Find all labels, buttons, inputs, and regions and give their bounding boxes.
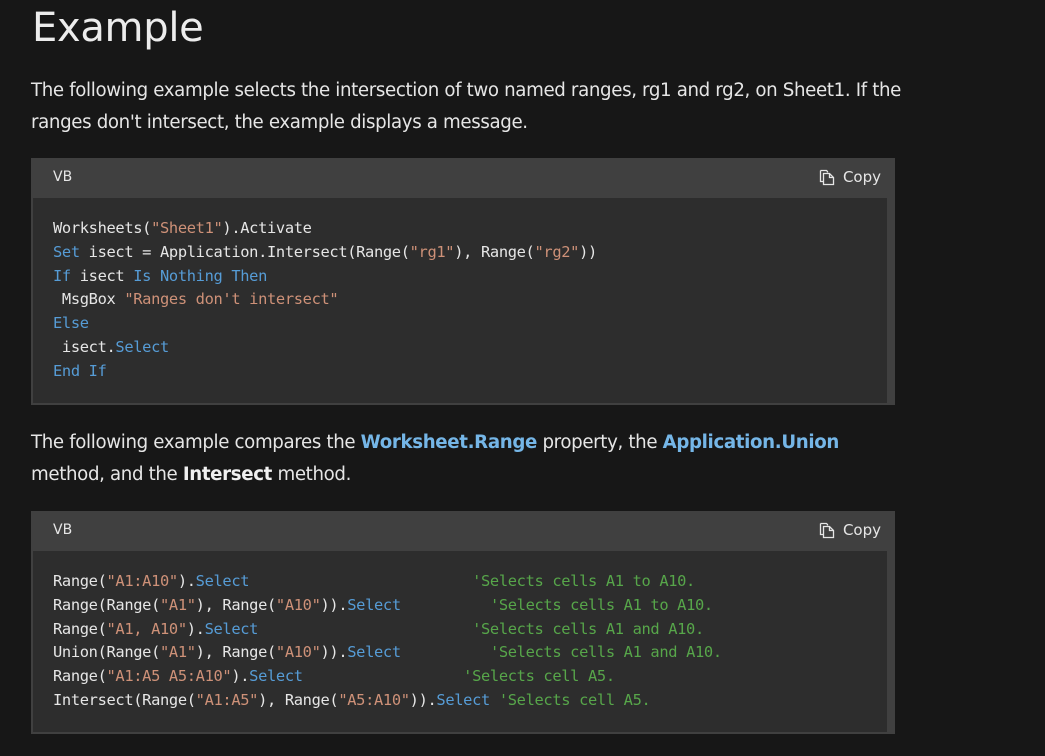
keyword-token: Else — [53, 314, 89, 333]
code-block-2: VB Copy Range("A1:A10").Select 'Selects … — [31, 511, 895, 734]
comment-token: 'Selects cells A1 to A10. — [489, 595, 713, 614]
comment-token: 'Selects cells A1 and A10. — [489, 643, 722, 662]
language-label: VB — [53, 169, 73, 185]
copy-button[interactable]: Copy — [819, 521, 881, 539]
code-block-1: VB Copy Worksheets("Sheet1").Activate Se… — [31, 158, 895, 405]
string-token: "rg2" — [534, 242, 580, 261]
comment-token: 'Selects cell A5. — [463, 667, 615, 686]
string-token: "A1:A5 A5:A10" — [106, 667, 232, 686]
code-text: isect = Application.Intersect(Range( — [79, 242, 410, 261]
code-text: MsgBox — [53, 290, 125, 309]
copy-button[interactable]: Copy — [819, 168, 881, 186]
code-text: ). — [231, 667, 250, 686]
code-text: ), Range( — [454, 242, 535, 261]
comment-token: 'Selects cells A1 and A10. — [472, 619, 704, 638]
code-line: isect.Select — [53, 338, 169, 356]
code-text: ), Range( — [258, 690, 339, 709]
language-label: VB — [53, 522, 73, 538]
intro-paragraph: The following example selects the inters… — [31, 80, 901, 133]
keyword-token: End If — [53, 361, 107, 380]
keyword-token: Select — [115, 337, 169, 356]
paragraph-text: method. — [272, 464, 352, 485]
keyword-token: Select — [195, 572, 250, 590]
code-line: Range("A1, A10").Select 'Selects cells A… — [53, 620, 704, 638]
keyword-token: Select — [204, 619, 259, 638]
string-token: "A1:A5" — [195, 690, 259, 709]
code-text: isect. — [53, 337, 116, 356]
code-text: ). — [186, 619, 205, 638]
comparison-paragraph: The following example compares the Works… — [31, 427, 901, 491]
string-token: "A5:A10" — [338, 690, 410, 709]
page-title: Example — [32, 5, 204, 51]
keyword-token: Select — [347, 643, 401, 662]
string-token: "Ranges don't intersect" — [124, 290, 339, 309]
code-text: Range( — [53, 572, 107, 590]
code-text: ), Range( — [195, 643, 277, 662]
code-line: If isect Is Nothing Then — [53, 267, 267, 285]
code-line: Worksheets("Sheet1").Activate — [53, 219, 312, 237]
application-union-link[interactable]: Application.Union — [663, 432, 840, 453]
code-text: )). — [409, 690, 437, 709]
code-content: Worksheets("Sheet1").Activate Set isect … — [53, 217, 597, 384]
string-token: "Sheet1" — [151, 219, 223, 237]
copy-icon — [819, 522, 835, 539]
paragraph-text: method, and the — [31, 464, 183, 485]
keyword-token: Is Nothing Then — [133, 266, 268, 285]
code-line: MsgBox "Ranges don't intersect" — [53, 290, 339, 309]
string-token: "A1" — [160, 595, 196, 614]
code-line: Range(Range("A1"), Range("A10")).Select … — [53, 596, 713, 614]
string-token: "A1, A10" — [106, 619, 188, 638]
code-text: ).Activate — [222, 219, 312, 237]
code-body: Worksheets("Sheet1").Activate Set isect … — [33, 198, 887, 403]
paragraph-text: The following example compares the — [31, 432, 361, 453]
comment-token: 'Selects cells A1 to A10. — [472, 572, 695, 590]
code-text: ), Range( — [195, 595, 277, 614]
code-text: )). — [320, 595, 348, 614]
code-text: Range(Range( — [53, 595, 160, 614]
code-line: Intersect(Range("A1:A5"), Range("A5:A10"… — [53, 690, 651, 709]
code-text: Union(Range( — [53, 643, 160, 662]
code-line: Union(Range("A1"), Range("A10")).Select … — [53, 643, 722, 661]
code-body: Range("A1:A10").Select 'Selects cells A1… — [33, 551, 887, 732]
string-token: "rg1" — [409, 242, 455, 261]
copy-label: Copy — [842, 168, 881, 186]
code-text: isect — [70, 266, 134, 285]
code-text: Intersect(Range( — [53, 690, 196, 709]
code-text: )). — [320, 643, 348, 662]
code-content: Range("A1:A10").Select 'Selects cells A1… — [53, 570, 722, 713]
code-line: Set isect = Application.Intersect(Range(… — [53, 243, 597, 261]
code-text: Worksheets( — [53, 219, 152, 237]
code-line: Range("A1:A5 A5:A10").Select 'Selects ce… — [53, 667, 615, 685]
copy-icon — [819, 169, 835, 186]
code-text: )) — [579, 242, 597, 261]
comment-token: 'Selects cell A5. — [498, 690, 651, 709]
worksheet-range-link[interactable]: Worksheet.Range — [361, 432, 538, 453]
keyword-token: Select — [347, 595, 401, 614]
keyword-token: Select — [436, 690, 490, 709]
code-line: Else — [53, 314, 89, 332]
code-line: Range("A1:A10").Select 'Selects cells A1… — [53, 572, 695, 590]
code-header: VB Copy — [31, 511, 895, 551]
code-line: End If — [53, 362, 107, 380]
keyword-token: Select — [249, 667, 303, 686]
code-header: VB Copy — [31, 158, 895, 198]
intersect-term: Intersect — [182, 464, 273, 485]
code-text: ). — [177, 572, 196, 590]
string-token: "A10" — [275, 643, 321, 662]
string-token: "A10" — [275, 595, 321, 614]
code-text: Range( — [53, 667, 107, 686]
string-token: "A1" — [160, 643, 196, 662]
code-text: Range( — [53, 619, 107, 638]
keyword-token: If — [53, 266, 71, 285]
string-token: "A1:A10" — [106, 572, 179, 590]
keyword-token: Set — [53, 242, 80, 261]
paragraph-text: property, the — [537, 432, 663, 453]
copy-label: Copy — [842, 521, 881, 539]
